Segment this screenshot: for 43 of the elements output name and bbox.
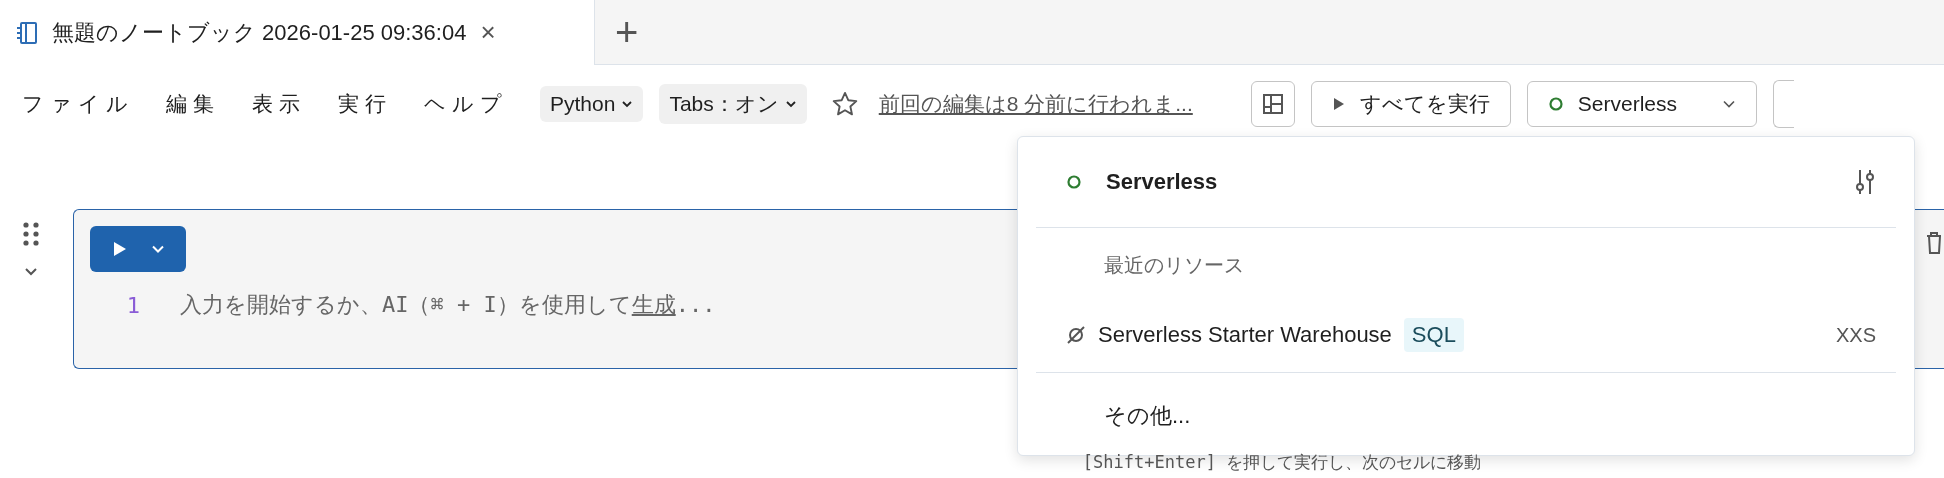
tab-title: 無題のノートブック 2026-01-25 09:36:04 xyxy=(52,18,467,47)
chevron-down-icon xyxy=(1721,100,1736,108)
language-dropdown[interactable]: Python xyxy=(540,86,644,122)
menu-item[interactable]: ファイル xyxy=(22,90,134,118)
play-icon xyxy=(111,240,128,258)
size-label: XXS xyxy=(1835,323,1876,347)
menu-item[interactable]: ヘルプ xyxy=(424,90,508,118)
placeholder-text: 入力を開始するか、AI（⌘ + I）を使用して xyxy=(180,292,632,317)
compute-dropdown[interactable]: Serverless xyxy=(1526,81,1757,127)
drag-handle-icon[interactable] xyxy=(22,221,40,247)
status-icon xyxy=(1547,96,1564,112)
notebook-icon xyxy=(16,20,38,45)
star-icon[interactable] xyxy=(830,90,859,118)
unavailable-icon xyxy=(1066,325,1086,345)
type-tag: SQL xyxy=(1403,318,1464,352)
collapse-icon[interactable] xyxy=(23,267,39,277)
last-edit-link[interactable]: 前回の編集は8 分前に行われま... xyxy=(878,90,1193,118)
resource-item[interactable]: Serverless Starter Warehouse SQL XXS xyxy=(1036,298,1896,372)
generate-link[interactable]: 生成 xyxy=(631,292,676,317)
section-heading: 最近のリソース xyxy=(1103,253,1245,278)
chevron-down-icon xyxy=(150,245,165,253)
close-button[interactable]: × xyxy=(480,17,496,48)
ellipsis-text: ... xyxy=(675,292,716,317)
menu-item[interactable]: 編集 xyxy=(166,90,220,118)
tabs-dropdown[interactable]: Tabs：オン xyxy=(659,84,807,124)
shortcut-hint: [Shift+Enter] を押して実行し、次のセルに移動 xyxy=(1081,451,1483,474)
play-icon xyxy=(1331,96,1346,112)
trash-icon[interactable] xyxy=(1924,230,1944,256)
menu-item[interactable]: 表示 xyxy=(252,90,306,118)
new-tab-button[interactable]: + xyxy=(595,0,659,64)
layout-icon xyxy=(1261,93,1284,115)
resource-name: Serverless Starter Warehouse xyxy=(1098,322,1392,348)
notebook-tab[interactable]: 無題のノートブック 2026-01-25 09:36:04 × xyxy=(0,0,595,65)
status-icon xyxy=(1066,174,1082,190)
current-compute: Serverless xyxy=(1106,169,1219,195)
menu-item[interactable]: 実行 xyxy=(338,90,392,118)
chevron-down-icon xyxy=(784,100,797,108)
line-number: 1 xyxy=(125,292,140,318)
settings-icon[interactable] xyxy=(1854,168,1876,196)
run-all-button[interactable]: すべてを実行 xyxy=(1310,81,1511,127)
layout-button[interactable] xyxy=(1250,81,1295,127)
chevron-down-icon xyxy=(621,100,634,108)
run-cell-button[interactable] xyxy=(90,226,186,272)
